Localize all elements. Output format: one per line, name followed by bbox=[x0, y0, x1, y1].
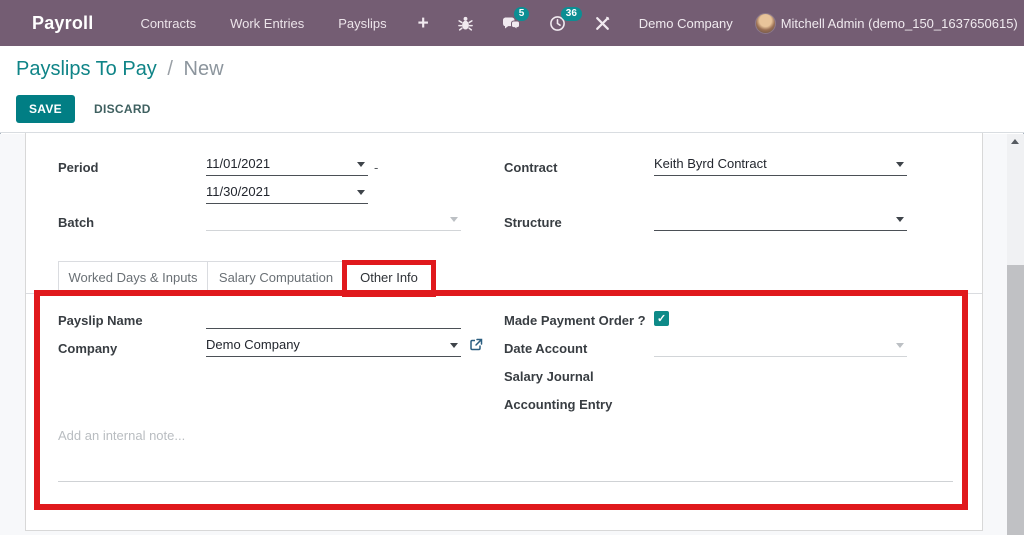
payslip-name-label: Payslip Name bbox=[58, 313, 143, 328]
form-view: Period - Batch Contract Structure Worke bbox=[0, 134, 1024, 535]
user-menu[interactable]: Mitchell Admin (demo_150_1637650615) bbox=[755, 13, 1018, 34]
user-name: Mitchell Admin (demo_150_1637650615) bbox=[781, 16, 1018, 31]
company-field-wrap bbox=[206, 335, 461, 357]
messages-button[interactable]: 5 bbox=[502, 15, 521, 32]
structure-label: Structure bbox=[504, 215, 562, 230]
structure-input[interactable] bbox=[654, 209, 907, 231]
made-payment-order-checkbox[interactable] bbox=[654, 311, 669, 326]
company-label: Company bbox=[58, 341, 117, 356]
debug-button[interactable] bbox=[457, 15, 474, 32]
menu-contracts[interactable]: Contracts bbox=[140, 16, 196, 31]
company-input[interactable] bbox=[206, 335, 461, 357]
save-button[interactable]: SAVE bbox=[16, 95, 75, 123]
scroll-up-arrow-icon[interactable] bbox=[1011, 139, 1019, 144]
payslip-name-input[interactable] bbox=[206, 307, 461, 329]
date-account-input[interactable] bbox=[654, 335, 907, 357]
structure-field-wrap bbox=[654, 209, 907, 231]
salary-journal-label: Salary Journal bbox=[504, 369, 594, 384]
tab-other-info[interactable]: Other Info bbox=[345, 261, 434, 293]
batch-input[interactable] bbox=[206, 209, 461, 231]
breadcrumb: Payslips To Pay / New bbox=[16, 58, 224, 81]
external-link-icon bbox=[469, 338, 483, 352]
batch-field-wrap bbox=[206, 209, 461, 231]
notebook-tabs: Worked Days & Inputs Salary Computation … bbox=[58, 261, 434, 293]
period-label: Period bbox=[58, 160, 98, 175]
top-navbar: Payroll Contracts Work Entries Payslips … bbox=[0, 0, 1024, 46]
period-from-input[interactable] bbox=[206, 154, 368, 176]
period-to-input[interactable] bbox=[206, 182, 368, 204]
contract-field-wrap bbox=[654, 154, 907, 176]
accounting-entry-label: Accounting Entry bbox=[504, 397, 612, 412]
user-avatar bbox=[755, 13, 776, 34]
notebook-divider bbox=[26, 293, 982, 294]
date-account-label: Date Account bbox=[504, 341, 587, 356]
period-from-field-wrap bbox=[206, 154, 368, 176]
tab-salary-computation[interactable]: Salary Computation bbox=[208, 261, 345, 293]
bug-icon bbox=[457, 15, 474, 32]
app-name[interactable]: Payroll bbox=[32, 13, 93, 34]
action-buttons: SAVE DISCARD bbox=[16, 95, 151, 123]
made-payment-order-label: Made Payment Order ? bbox=[504, 313, 646, 328]
vertical-scrollbar[interactable] bbox=[1007, 134, 1024, 535]
form-sheet: Period - Batch Contract Structure Worke bbox=[25, 133, 983, 531]
tab-worked-days-inputs[interactable]: Worked Days & Inputs bbox=[58, 261, 208, 293]
breadcrumb-parent[interactable]: Payslips To Pay bbox=[16, 58, 157, 80]
contract-label: Contract bbox=[504, 160, 557, 175]
internal-note-input[interactable] bbox=[58, 420, 953, 482]
payslip-name-field-wrap bbox=[206, 307, 461, 329]
apps-grid-icon[interactable] bbox=[14, 14, 18, 32]
odoo-payroll-window: { "topbar": { "app_name": "Payroll", "me… bbox=[0, 0, 1024, 535]
menu-payslips[interactable]: Payslips bbox=[338, 16, 386, 31]
company-external-link-button[interactable] bbox=[469, 338, 483, 352]
control-panel: Payslips To Pay / New SAVE DISCARD bbox=[0, 46, 1024, 133]
period-to-field-wrap bbox=[206, 182, 368, 204]
messages-badge: 5 bbox=[514, 7, 530, 21]
crossed-tools-icon bbox=[594, 15, 611, 32]
activities-badge: 36 bbox=[561, 7, 582, 21]
batch-label: Batch bbox=[58, 215, 94, 230]
navbar-systray: + 5 36 bbox=[404, 13, 1018, 34]
contract-input[interactable] bbox=[654, 154, 907, 176]
menu-work-entries[interactable]: Work Entries bbox=[230, 16, 304, 31]
period-range-separator: - bbox=[374, 160, 378, 175]
scrollbar-thumb[interactable] bbox=[1007, 265, 1024, 535]
breadcrumb-current: New bbox=[184, 58, 224, 80]
activities-button[interactable]: 36 bbox=[549, 15, 566, 32]
developer-tools-button[interactable] bbox=[594, 15, 611, 32]
breadcrumb-separator: / bbox=[167, 58, 173, 80]
quick-create-button[interactable]: + bbox=[418, 14, 429, 33]
company-switcher[interactable]: Demo Company bbox=[639, 16, 733, 31]
date-account-field-wrap bbox=[654, 335, 907, 357]
plus-icon: + bbox=[418, 14, 429, 33]
discard-button[interactable]: DISCARD bbox=[94, 102, 151, 116]
